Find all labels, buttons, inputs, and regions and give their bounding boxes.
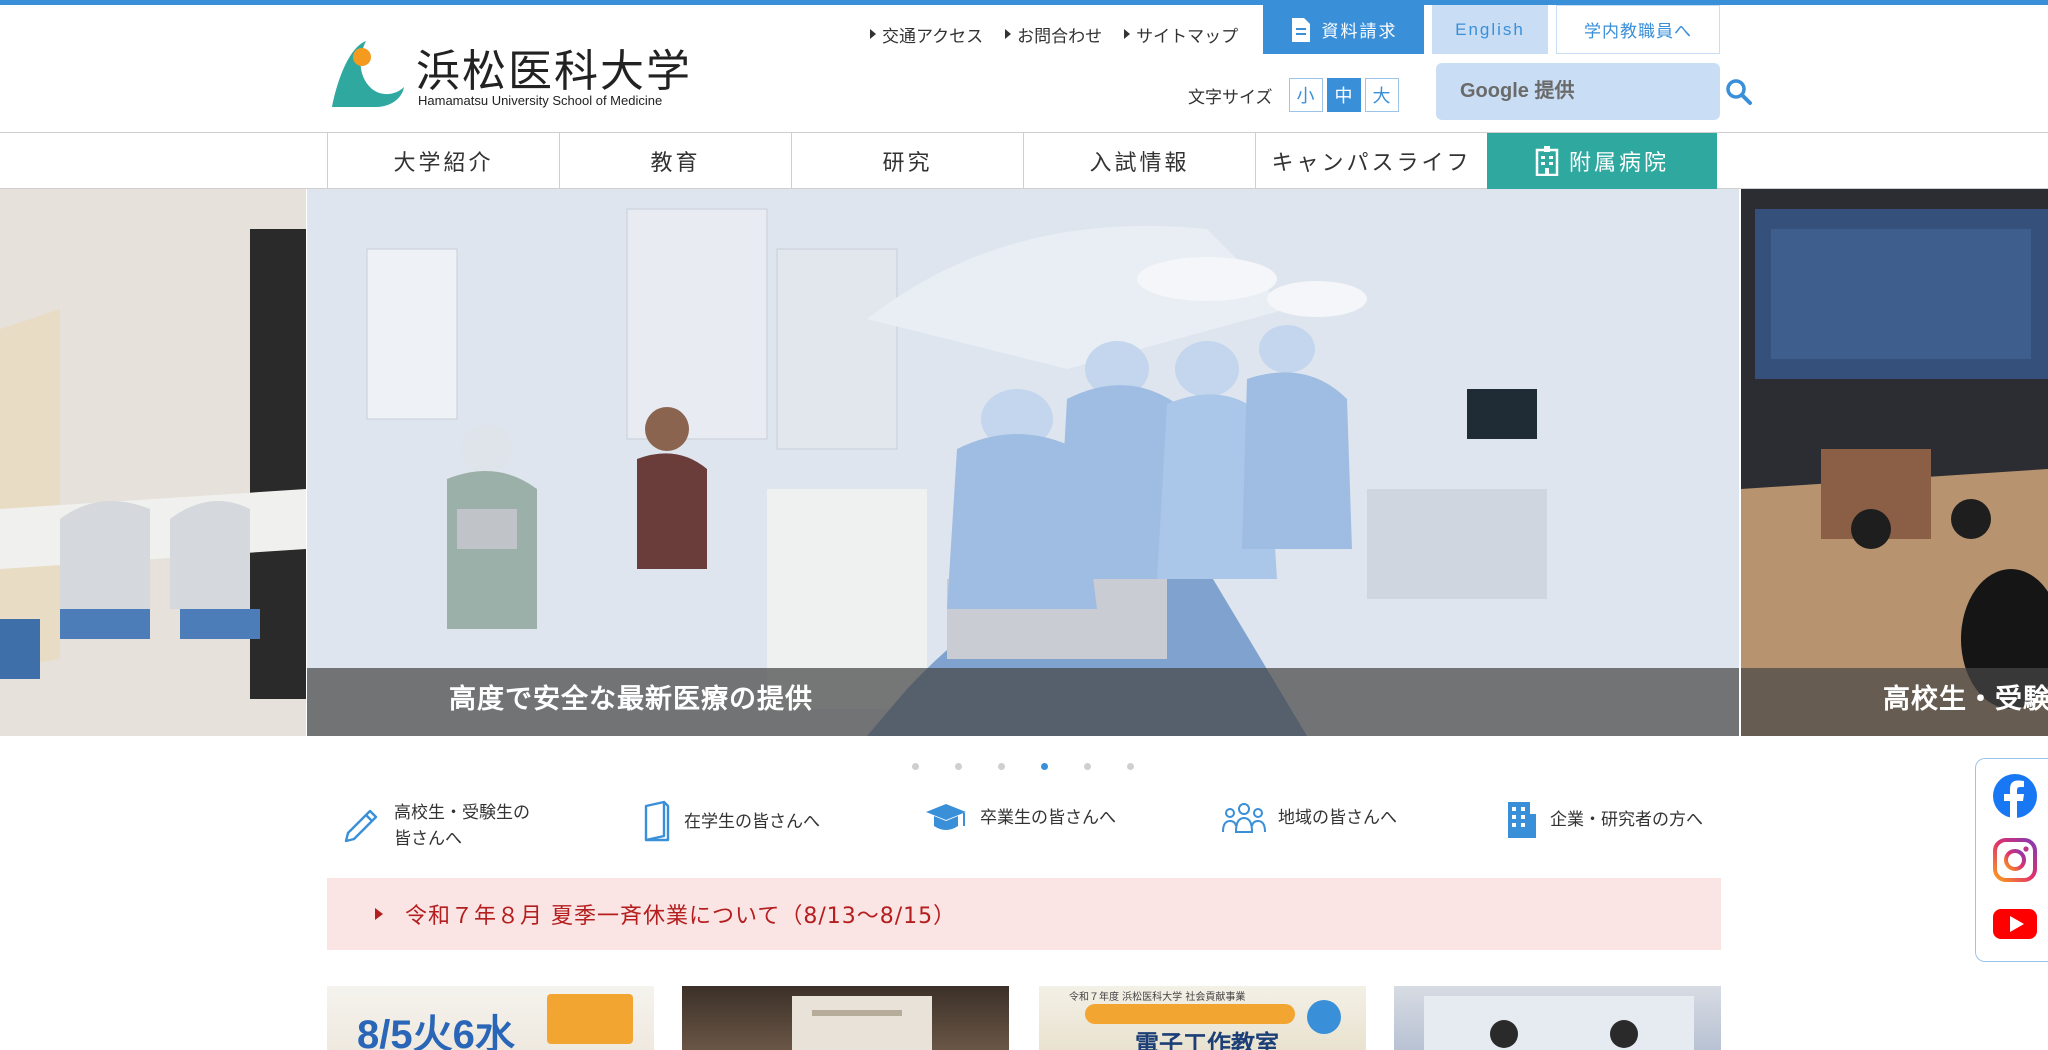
facebook-link[interactable] [1992,773,2038,819]
search-input[interactable] [1460,80,1725,103]
social-links [1975,758,2048,962]
instagram-link[interactable] [1992,837,2038,883]
audience-prospective-students[interactable]: 高校生・受験生の 皆さんへ [340,800,530,852]
font-size-large-button[interactable]: 大 [1364,78,1399,112]
book-icon [644,800,670,842]
triangle-right-icon [375,908,383,920]
news-card-banner [1085,1004,1295,1024]
audience-label: 在学生の皆さんへ [684,812,820,832]
request-materials-label: 資料請求 [1321,22,1398,42]
search-icon [1726,78,1752,105]
logo-text-en: Hamamatsu University School of Medicine [418,93,663,108]
lecture-photo [792,996,932,1050]
logo-text-jp: 浜松医科大学 [416,46,692,97]
news-card-lecture[interactable] [682,986,1009,1050]
document-icon [1291,17,1310,42]
logo-mark-icon [332,41,404,107]
font-size-medium-button[interactable]: 中 [1326,78,1361,112]
carousel-dot-3[interactable] [998,763,1005,770]
search-button[interactable] [1725,74,1753,110]
audience-label: 地域の皆さんへ [1278,808,1397,828]
news-card-badge [1307,1000,1341,1034]
request-materials-button[interactable]: 資料請求 [1263,5,1424,54]
nav-research[interactable]: 研究 [791,133,1023,189]
lecture-hall-photo [1741,189,2048,736]
news-card-electronics-class[interactable]: 令和７年度 浜松医科大学 社会貢献事業 電子工作教室 [1039,986,1366,1050]
hospital-building-icon [1535,146,1559,176]
font-size-label: 文字サイズ [1188,87,1273,108]
nav-about[interactable]: 大学紹介 [327,133,559,189]
operating-room-photo [307,189,1739,736]
news-card-date: 8/5火6水 [357,1013,515,1050]
access-link[interactable]: 交通アクセス [870,19,983,49]
slide-caption: 高度で安全な最新医療の提供 [449,684,813,715]
site-header: 浜松医科大学 Hamamatsu University School of Me… [0,5,2048,132]
site-search [1436,63,1752,120]
carousel-dot-2[interactable] [955,763,962,770]
news-card-press[interactable] [1394,986,1721,1050]
main-nav: 大学紹介 教育 研究 入試情報 キャンパスライフ 附属病院 [0,132,2048,189]
audience-links: 高校生・受験生の皆さんへ 在学生の皆さんへ 卒業生の皆さんへ 地域の皆さんへ [340,800,1720,860]
notice-text: 令和７年８月 夏季一斉休業について（8/13〜8/15） [405,904,957,929]
audience-current-students[interactable]: 在学生の皆さんへ [642,800,820,844]
news-card-title: 電子工作教室 [1135,1030,1279,1050]
news-card-header: 令和７年度 浜松医科大学 社会貢献事業 [1069,992,1246,1003]
youtube-icon [1993,909,2037,939]
hero-carousel: 高度で安全な最新医療の提供 高校生・受験 [0,189,2048,736]
slide-current[interactable]: 高度で安全な最新医療の提供 [307,189,1739,736]
access-link-label: 交通アクセス [882,26,984,47]
news-card-open-campus[interactable]: 8/5火6水 [327,986,654,1050]
audience-alumni[interactable]: 卒業生の皆さんへ [924,800,1116,836]
graduation-cap-icon [926,804,966,830]
nav-hospital-label: 附属病院 [1568,151,1669,176]
carousel-dot-5[interactable] [1084,763,1091,770]
contact-link[interactable]: お問合わせ [1005,19,1102,49]
pencil-icon [344,809,378,843]
font-size-switcher: 文字サイズ 小 中 大 [1188,78,1399,112]
youtube-link[interactable] [1992,901,2038,947]
font-size-small-button[interactable]: 小 [1288,78,1323,112]
nav-hospital[interactable]: 附属病院 [1487,133,1717,189]
audience-community[interactable]: 地域の皆さんへ [1222,800,1397,836]
nav-education[interactable]: 教育 [559,133,791,189]
audience-companies-researchers[interactable]: 企業・研究者の方へ [1504,800,1703,840]
classroom-photo [0,189,306,736]
press-conference-photo [1424,996,1694,1050]
triangle-right-icon [1124,29,1131,39]
triangle-right-icon [1005,29,1012,39]
slide-next[interactable]: 高校生・受験 [1741,189,2048,736]
instagram-icon [1993,838,2037,882]
site-logo[interactable]: 浜松医科大学 Hamamatsu University School of Me… [328,33,690,113]
slide-next-caption: 高校生・受験 [1883,684,2048,715]
carousel-dot-4[interactable] [1041,763,1048,770]
news-cards: 8/5火6水 令和７年度 浜松医科大学 社会貢献事業 電子工作教室 [327,986,1721,1050]
slide-previous[interactable] [0,189,306,736]
building-icon [1508,802,1536,838]
audience-label: 企業・研究者の方へ [1550,810,1703,830]
people-icon [1222,803,1266,833]
notice-banner[interactable]: 令和７年８月 夏季一斉休業について（8/13〜8/15） [327,878,1721,950]
carousel-dot-6[interactable] [1127,763,1134,770]
facebook-icon [1993,774,2037,819]
carousel-dot-1[interactable] [912,763,919,770]
nav-campus-life[interactable]: キャンパスライフ [1255,133,1487,189]
english-button[interactable]: English [1432,5,1548,54]
carousel-pagination [912,763,1134,770]
contact-link-label: お問合わせ [1017,26,1103,47]
sitemap-link-label: サイトマップ [1136,26,1239,47]
audience-label-line2: 皆さんへ [394,829,462,849]
triangle-right-icon [870,29,876,39]
staff-button[interactable]: 学内教職員へ [1556,5,1720,54]
nav-admissions[interactable]: 入試情報 [1023,133,1255,189]
sitemap-link[interactable]: サイトマップ [1124,19,1238,49]
audience-label-line1: 高校生・受験生の [394,803,530,823]
news-card-tag [547,994,633,1044]
audience-label: 卒業生の皆さんへ [980,808,1116,828]
utility-links: 交通アクセス お問合わせ サイトマップ [870,19,1238,49]
